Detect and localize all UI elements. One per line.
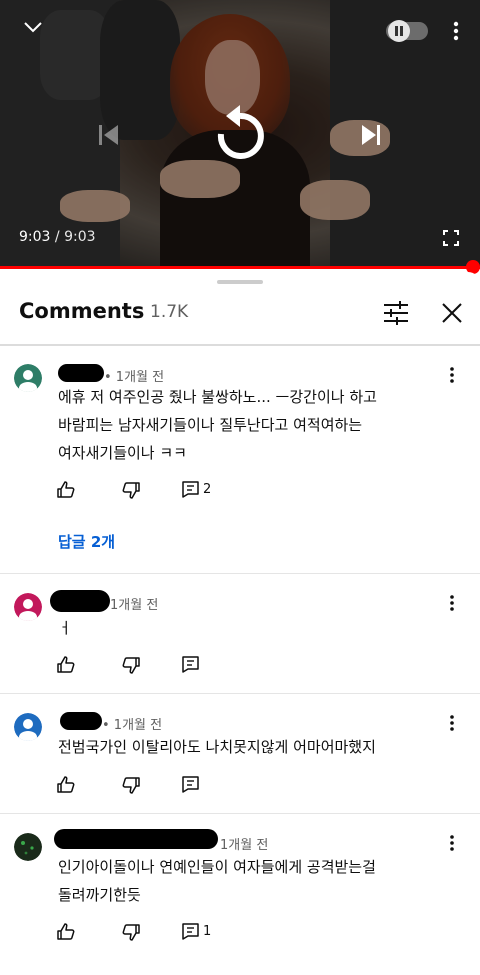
more-vert-icon[interactable] xyxy=(446,366,458,384)
time-readout: 9:03 / 9:03 xyxy=(19,229,96,245)
autoplay-pause-glyph xyxy=(395,26,398,36)
redacted-username xyxy=(60,712,102,730)
replay-icon[interactable] xyxy=(214,104,266,162)
avatar[interactable] xyxy=(14,713,42,741)
comments-count: 1.7K xyxy=(150,302,189,322)
comment-text: 전범국가인 이탈리아도 나치못지않게 어마어마했지 xyxy=(58,733,458,761)
fullscreen-icon[interactable] xyxy=(443,230,459,246)
more-vert-icon[interactable] xyxy=(452,20,460,42)
comment-line: 여자새기들이나 ㅋㅋ xyxy=(58,444,187,462)
header-divider xyxy=(0,344,480,346)
chevron-down-icon[interactable] xyxy=(22,20,44,34)
like-icon[interactable] xyxy=(57,481,75,499)
dislike-icon[interactable] xyxy=(122,923,140,941)
video-player[interactable]: 9:03 / 9:03 xyxy=(0,0,480,268)
comment-line: 에휴 저 여주인공 줬나 불쌍하노... ㅡ강간이나 하고 xyxy=(58,388,377,406)
avatar[interactable] xyxy=(14,833,42,861)
like-icon[interactable] xyxy=(57,923,75,941)
avatar[interactable] xyxy=(14,593,42,621)
reply-count: 1 xyxy=(203,924,212,939)
previous-icon[interactable] xyxy=(96,122,122,148)
more-vert-icon[interactable] xyxy=(446,594,458,612)
reply-icon[interactable] xyxy=(182,656,199,673)
progress-bar[interactable] xyxy=(0,266,480,269)
dislike-icon[interactable] xyxy=(122,481,140,499)
redacted-username xyxy=(58,364,104,382)
view-replies-button[interactable]: 답글 2개 xyxy=(58,531,115,552)
comment-timestamp: 1개월 전 xyxy=(220,838,269,853)
filter-sort-icon[interactable] xyxy=(383,301,409,325)
current-time: 9:03 xyxy=(19,229,51,245)
comment-line: ㅓ xyxy=(58,619,72,637)
avatar[interactable] xyxy=(14,364,42,392)
comments-title: Comments xyxy=(19,299,145,323)
redacted-username xyxy=(54,829,218,849)
autoplay-toggle-icon xyxy=(388,20,410,42)
comment-text: 인기아이돌이나 연예인들이 여자들에게 공격받는걸 돌려까기한듯 xyxy=(58,853,458,909)
reply-icon[interactable] xyxy=(182,923,199,940)
comment-timestamp: • 1개월 전 xyxy=(102,718,163,733)
comment-timestamp: 1개월 전 xyxy=(110,598,159,613)
reply-icon[interactable] xyxy=(182,776,199,793)
reply-icon[interactable] xyxy=(182,481,199,498)
drag-handle[interactable] xyxy=(217,280,263,284)
comment-line: 돌려까기한듯 xyxy=(58,886,141,904)
like-icon[interactable] xyxy=(57,656,75,674)
comment-text: ㅓ xyxy=(58,614,458,642)
time-separator: / xyxy=(50,229,65,245)
comment-text: 에휴 저 여주인공 줬나 불쌍하노... ㅡ강간이나 하고 바람피는 남자새기들… xyxy=(58,383,458,467)
comment-divider xyxy=(0,813,480,814)
more-vert-icon[interactable] xyxy=(446,834,458,852)
dislike-icon[interactable] xyxy=(122,776,140,794)
duration: 9:03 xyxy=(64,229,96,245)
comment-line: 인기아이돌이나 연예인들이 여자들에게 공격받는걸 xyxy=(58,858,376,876)
comment-line: 전범국가인 이탈리아도 나치못지않게 어마어마했지 xyxy=(58,738,376,756)
comment-line: 바람피는 남자새기들이나 질투난다고 여적여하는 xyxy=(58,416,363,434)
reply-count: 2 xyxy=(203,482,212,497)
close-icon[interactable] xyxy=(441,302,463,324)
next-icon[interactable] xyxy=(358,122,384,148)
redacted-username xyxy=(50,590,110,612)
dislike-icon[interactable] xyxy=(122,656,140,674)
comment-divider xyxy=(0,573,480,574)
more-vert-icon[interactable] xyxy=(446,714,458,732)
comment-divider xyxy=(0,693,480,694)
like-icon[interactable] xyxy=(57,776,75,794)
